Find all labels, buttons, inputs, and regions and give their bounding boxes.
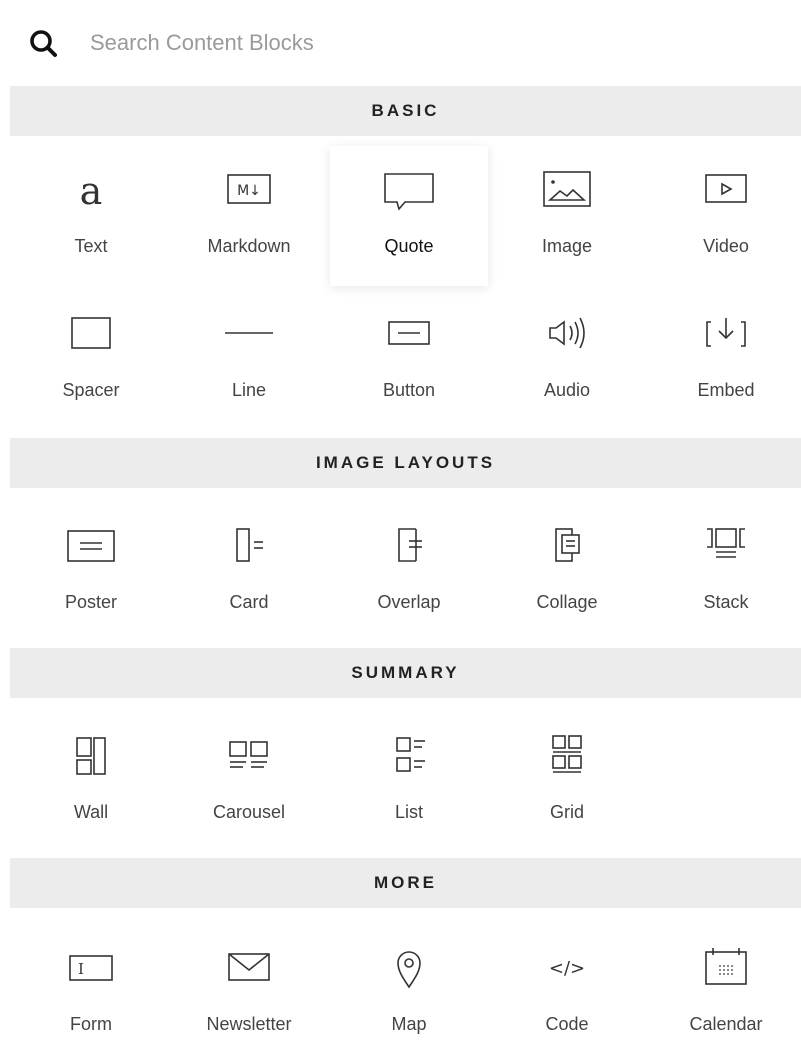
block-label: Markdown bbox=[207, 236, 291, 256]
list-icon bbox=[396, 737, 425, 772]
code-icon: </> bbox=[549, 958, 585, 979]
block-label: Spacer bbox=[62, 380, 120, 400]
video-icon bbox=[705, 174, 747, 203]
block-list[interactable]: List bbox=[330, 712, 488, 852]
block-label: List bbox=[394, 802, 423, 822]
line-icon bbox=[225, 332, 273, 334]
block-video[interactable]: Video bbox=[647, 146, 801, 286]
block-label: Button bbox=[382, 380, 436, 400]
svg-text:a: a bbox=[80, 169, 103, 213]
block-map[interactable]: Map bbox=[330, 924, 488, 1064]
audio-icon bbox=[549, 317, 585, 349]
block-button[interactable]: Button bbox=[330, 290, 488, 430]
block-label: Video bbox=[703, 236, 749, 256]
search-bar bbox=[0, 0, 801, 86]
block-card[interactable]: Card bbox=[170, 502, 328, 642]
block-carousel[interactable]: Carousel bbox=[170, 712, 328, 852]
carousel-icon bbox=[229, 741, 268, 768]
block-grid[interactable]: Grid bbox=[488, 712, 646, 852]
grid-icon bbox=[552, 735, 582, 773]
quote-icon bbox=[384, 173, 434, 211]
block-label: Form bbox=[70, 1014, 112, 1034]
block-label: Overlap bbox=[377, 592, 441, 612]
block-label: Text bbox=[74, 236, 108, 256]
search-input[interactable] bbox=[88, 22, 692, 64]
block-wall[interactable]: Wall bbox=[12, 712, 170, 852]
block-label: Audio bbox=[543, 380, 591, 400]
section-header-basic: BASIC bbox=[10, 86, 801, 136]
block-line[interactable]: Line bbox=[170, 290, 328, 430]
block-label: Card bbox=[229, 592, 269, 612]
block-text[interactable]: a Text bbox=[12, 146, 170, 286]
form-icon-text: I bbox=[78, 960, 84, 978]
block-embed[interactable]: Embed bbox=[647, 290, 801, 430]
block-quote[interactable]: Quote bbox=[330, 146, 488, 286]
block-label: Collage bbox=[536, 592, 598, 612]
overlap-icon bbox=[398, 528, 422, 562]
spacer-icon bbox=[71, 317, 111, 349]
collage-icon bbox=[555, 528, 580, 562]
block-markdown[interactable]: M↓ Markdown bbox=[170, 146, 328, 286]
block-label: Grid bbox=[549, 802, 584, 822]
block-label: Map bbox=[391, 1014, 427, 1034]
card-icon bbox=[236, 528, 263, 562]
text-icon: a bbox=[80, 169, 103, 213]
block-label: Newsletter bbox=[206, 1014, 292, 1034]
markdown-icon: M↓ bbox=[227, 174, 271, 204]
block-audio[interactable]: Audio bbox=[488, 290, 646, 430]
block-stack[interactable]: Stack bbox=[647, 502, 801, 642]
block-label: Poster bbox=[64, 592, 118, 612]
block-label: Image bbox=[541, 236, 593, 256]
calendar-icon bbox=[705, 948, 747, 985]
stack-icon bbox=[707, 528, 745, 558]
block-form[interactable]: I Form bbox=[12, 924, 170, 1064]
newsletter-icon bbox=[228, 953, 270, 981]
block-label: Stack bbox=[703, 592, 749, 612]
block-label: Calendar bbox=[689, 1014, 763, 1034]
block-spacer[interactable]: Spacer bbox=[12, 290, 170, 430]
embed-icon bbox=[706, 318, 746, 347]
block-overlap[interactable]: Overlap bbox=[330, 502, 488, 642]
block-label: Code bbox=[545, 1014, 589, 1034]
block-label: Line bbox=[231, 380, 267, 400]
markdown-icon-text: M↓ bbox=[237, 183, 261, 199]
button-icon bbox=[388, 321, 430, 345]
block-image[interactable]: Image bbox=[488, 146, 646, 286]
section-header-more: MORE bbox=[10, 858, 801, 908]
block-calendar[interactable]: Calendar bbox=[647, 924, 801, 1064]
block-newsletter[interactable]: Newsletter bbox=[170, 924, 328, 1064]
search-icon[interactable] bbox=[26, 26, 62, 62]
image-icon bbox=[543, 171, 591, 207]
block-label: Embed bbox=[697, 380, 755, 400]
block-label: Carousel bbox=[212, 802, 286, 822]
block-label: Wall bbox=[73, 802, 109, 822]
block-code[interactable]: </> Code bbox=[488, 924, 646, 1064]
section-header-image-layouts: IMAGE LAYOUTS bbox=[10, 438, 801, 488]
poster-icon bbox=[67, 530, 115, 562]
form-icon: I bbox=[69, 955, 113, 981]
block-collage[interactable]: Collage bbox=[488, 502, 646, 642]
wall-icon bbox=[76, 737, 106, 775]
code-icon-text: </> bbox=[549, 958, 585, 979]
map-pin-icon bbox=[397, 951, 421, 989]
block-label: Quote bbox=[384, 236, 434, 256]
block-poster[interactable]: Poster bbox=[12, 502, 170, 642]
section-header-summary: SUMMARY bbox=[10, 648, 801, 698]
